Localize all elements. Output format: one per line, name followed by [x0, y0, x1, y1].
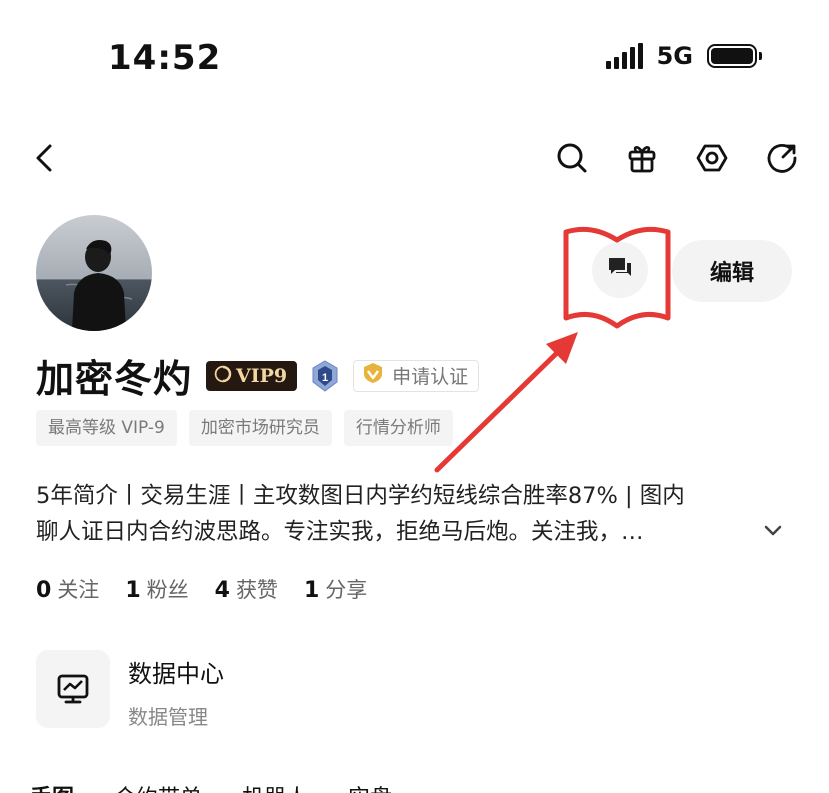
gift-icon[interactable]: [623, 138, 661, 178]
bio-line: 5年简介丨交易生涯丨主攻数图日内学约短线综合胜率87% | 图内: [36, 483, 685, 509]
tab-posts[interactable]: 手图: [30, 780, 74, 793]
tag: 行情分析师: [343, 410, 453, 446]
status-time: 14:52: [108, 38, 222, 78]
certification-badge-icon: [362, 362, 384, 389]
annotation-arrow-head: [546, 332, 578, 364]
data-center-subtitle: 数据管理: [128, 705, 208, 729]
svg-text:1: 1: [322, 372, 328, 384]
stat-likes[interactable]: 4 获赞: [215, 574, 278, 604]
vip-coin-icon: [214, 365, 232, 387]
profile-stats: 0 关注 1 粉丝 4 获赞 1 分享: [36, 574, 367, 604]
chart-monitor-icon: [36, 650, 110, 728]
rank-shield-icon: 1: [311, 359, 339, 392]
chat-button[interactable]: [592, 242, 648, 298]
vip-badge-label: VIP9: [236, 364, 288, 387]
data-center-entry[interactable]: 数据中心 数据管理: [36, 650, 224, 730]
profile-name: 加密冬灼: [36, 357, 193, 401]
profile-bio: 5年简介丨交易生涯丨主攻数图日内学约短线综合胜率87% | 图内 聊人证日内合约…: [36, 478, 756, 550]
content-tabs: 手图 合约带单 机器人 实盘: [30, 780, 392, 793]
avatar[interactable]: [36, 215, 152, 331]
profile-tags: 最高等级 VIP-9 加密市场研究员 行情分析师: [36, 410, 453, 446]
profile-name-row: 加密冬灼 VIP9 1 申请认证: [36, 348, 480, 403]
status-indicators: 5G: [605, 42, 762, 70]
top-nav: [0, 130, 829, 186]
tag: 最高等级 VIP-9: [36, 410, 177, 446]
status-bar: 14:52 5G: [0, 0, 829, 110]
tab-live[interactable]: 实盘: [348, 780, 392, 793]
search-icon[interactable]: [553, 138, 591, 178]
chevron-down-icon[interactable]: [760, 518, 786, 544]
stat-following[interactable]: 0 关注: [36, 574, 99, 604]
network-type: 5G: [656, 42, 693, 70]
data-center-title: 数据中心: [128, 660, 224, 688]
apply-certification-button[interactable]: 申请认证: [353, 359, 480, 392]
battery-icon: [707, 44, 762, 68]
chat-icon: [607, 256, 633, 284]
tag: 加密市场研究员: [188, 410, 332, 446]
signal-icon: [605, 43, 643, 69]
stat-followers[interactable]: 1 粉丝: [125, 574, 188, 604]
share-icon[interactable]: [763, 138, 801, 178]
bio-line: 聊人证日内合约波思路。专注实我，拒绝马后炮。关注我，…: [36, 519, 644, 545]
edit-button[interactable]: 编辑: [672, 240, 792, 302]
apply-certification-label: 申请认证: [392, 366, 469, 388]
back-icon[interactable]: [30, 138, 60, 178]
tab-bots[interactable]: 机器人: [242, 780, 308, 793]
vip-badge: VIP9: [206, 360, 298, 391]
stat-shares[interactable]: 1 分享: [304, 574, 367, 604]
settings-icon[interactable]: [693, 138, 731, 178]
tab-copy-trading[interactable]: 合约带单: [114, 780, 202, 793]
